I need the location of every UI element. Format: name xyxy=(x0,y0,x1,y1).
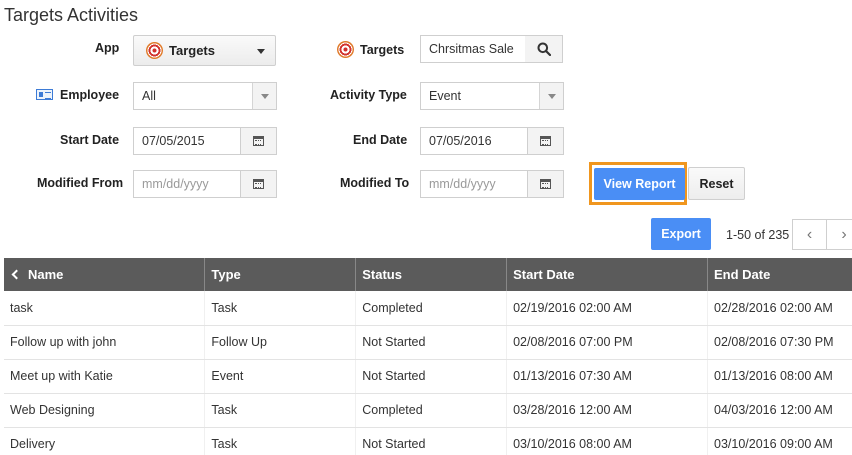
calendar-icon xyxy=(253,136,264,146)
calendar-icon xyxy=(253,179,264,189)
pager-info: 1-50 of 235 xyxy=(726,228,790,242)
column-header-status[interactable]: Status xyxy=(355,258,508,291)
app-select-value: Targets xyxy=(169,43,215,58)
activities-table: Name Type Status Start Date End Date tas… xyxy=(4,258,852,455)
column-header-type[interactable]: Type xyxy=(204,258,357,291)
search-icon xyxy=(537,42,551,56)
start-date-value: 07/05/2015 xyxy=(142,134,205,148)
modified-to-placeholder: mm/dd/yyyy xyxy=(429,177,496,191)
column-header-start-date[interactable]: Start Date xyxy=(506,258,708,291)
activity-type-dropdown-toggle[interactable] xyxy=(539,83,563,109)
modified-from-calendar-button[interactable] xyxy=(240,171,276,197)
end-date-value: 07/05/2016 xyxy=(429,134,492,148)
table-row[interactable]: Web Designing Task Completed 03/28/2016 … xyxy=(4,393,852,428)
view-report-button[interactable]: View Report xyxy=(594,168,685,200)
targets-label: Targets xyxy=(337,41,404,58)
table-row[interactable]: task Task Completed 02/19/2016 02:00 AM … xyxy=(4,291,852,326)
cell-end-date: 01/13/2016 08:00 AM xyxy=(707,359,852,394)
cell-type: Task xyxy=(204,291,357,326)
cell-status: Not Started xyxy=(355,325,508,360)
activity-type-label: Activity Type xyxy=(330,88,407,102)
reset-button[interactable]: Reset xyxy=(688,167,745,200)
calendar-icon xyxy=(540,136,551,146)
end-date-label: End Date xyxy=(353,133,408,147)
start-date-input[interactable]: 07/05/2015 xyxy=(133,127,277,155)
modified-from-placeholder: mm/dd/yyyy xyxy=(142,177,209,191)
cell-start-date: 01/13/2016 07:30 AM xyxy=(506,359,708,394)
caret-down-icon xyxy=(547,93,556,99)
table-row[interactable]: Follow up with john Follow Up Not Starte… xyxy=(4,325,852,360)
cell-end-date: 02/08/2016 07:30 PM xyxy=(707,325,852,360)
activity-type-value: Event xyxy=(429,89,461,103)
page-title: Targets Activities xyxy=(4,5,139,25)
start-date-label: Start Date xyxy=(60,133,120,147)
cell-status: Completed xyxy=(355,291,508,326)
cell-name: Web Designing xyxy=(4,393,206,428)
column-header-name[interactable]: Name xyxy=(4,258,206,291)
cell-status: Not Started xyxy=(355,427,508,455)
cell-type: Task xyxy=(204,393,357,428)
cell-start-date: 02/08/2016 07:00 PM xyxy=(506,325,708,360)
column-header-name-label: Name xyxy=(28,267,64,282)
next-page-button[interactable]: › xyxy=(827,219,852,250)
chevron-right-icon: › xyxy=(841,225,847,243)
table-header-row: Name Type Status Start Date End Date xyxy=(4,258,852,291)
cell-name: Follow up with john xyxy=(4,325,206,360)
cell-status: Completed xyxy=(355,393,508,428)
table-row[interactable]: Meet up with Katie Event Not Started 01/… xyxy=(4,359,852,394)
targets-input[interactable]: Chrsitmas Sale xyxy=(420,35,526,63)
cell-name: Delivery xyxy=(4,427,206,455)
export-button[interactable]: Export xyxy=(651,218,711,250)
target-icon xyxy=(337,41,354,58)
targets-label-text: Targets xyxy=(360,42,405,57)
employee-select-value: All xyxy=(142,89,156,103)
employee-select[interactable]: All xyxy=(133,82,277,110)
target-icon xyxy=(146,42,163,59)
modified-from-label: Modified From xyxy=(37,176,124,190)
app-select[interactable]: Targets xyxy=(133,35,276,66)
activity-type-select[interactable]: Event xyxy=(420,82,564,110)
end-date-input[interactable]: 07/05/2016 xyxy=(420,127,564,155)
modified-to-input[interactable]: mm/dd/yyyy xyxy=(420,170,564,198)
modified-to-calendar-button[interactable] xyxy=(527,171,563,197)
caret-down-icon xyxy=(257,49,265,54)
cell-end-date: 04/03/2016 12:00 AM xyxy=(707,393,852,428)
chevron-left-icon xyxy=(11,269,22,280)
employee-dropdown-toggle[interactable] xyxy=(252,83,276,109)
cell-name: task xyxy=(4,291,206,326)
chevron-left-icon: ‹ xyxy=(806,225,813,243)
cell-name: Meet up with Katie xyxy=(4,359,206,394)
cell-type: Event xyxy=(204,359,357,394)
cell-type: Task xyxy=(204,427,357,455)
column-header-end-date[interactable]: End Date xyxy=(707,258,852,291)
cell-status: Not Started xyxy=(355,359,508,394)
employee-card-icon xyxy=(36,89,53,100)
end-date-calendar-button[interactable] xyxy=(527,128,563,154)
employee-label: Employee xyxy=(36,88,119,102)
cell-start-date: 03/28/2016 12:00 AM xyxy=(506,393,708,428)
targets-input-value: Chrsitmas Sale xyxy=(429,42,514,56)
caret-down-icon xyxy=(260,93,269,99)
targets-search-button[interactable] xyxy=(525,35,563,63)
cell-start-date: 03/10/2016 08:00 AM xyxy=(506,427,708,455)
start-date-calendar-button[interactable] xyxy=(240,128,276,154)
modified-from-input[interactable]: mm/dd/yyyy xyxy=(133,170,277,198)
modified-to-label: Modified To xyxy=(340,176,410,190)
prev-page-button[interactable]: ‹ xyxy=(792,219,827,250)
cell-end-date: 03/10/2016 09:00 AM xyxy=(707,427,852,455)
calendar-icon xyxy=(540,179,551,189)
cell-type: Follow Up xyxy=(204,325,357,360)
employee-label-text: Employee xyxy=(60,88,120,102)
cell-start-date: 02/19/2016 02:00 AM xyxy=(506,291,708,326)
table-row[interactable]: Delivery Task Not Started 03/10/2016 08:… xyxy=(4,427,852,455)
cell-end-date: 02/28/2016 02:00 AM xyxy=(707,291,852,326)
app-label: App xyxy=(95,41,120,55)
